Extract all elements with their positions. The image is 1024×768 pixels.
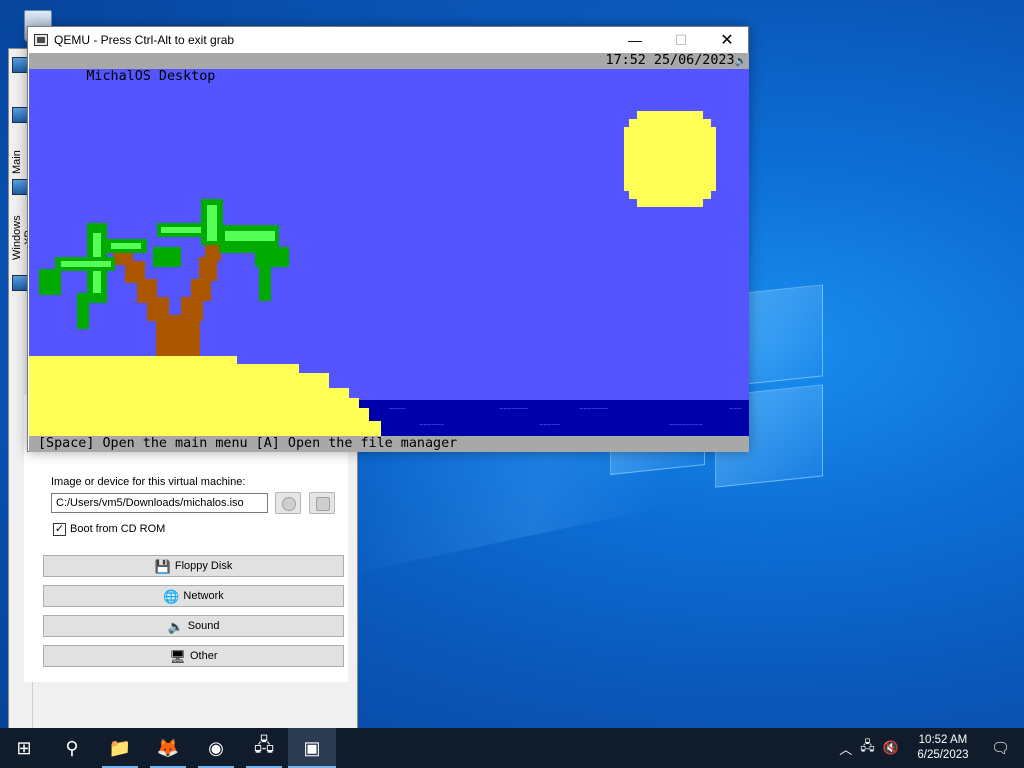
palm-frond: [153, 247, 181, 267]
button-label: Other: [190, 650, 218, 662]
taskbar: ⊞ ⚲ 📁 🦊 ◉ 🖧 ▣ ︿ 🖧 🔇 10:52 AM 6/25/2023 🗨: [0, 728, 1024, 768]
vm-icon[interactable]: [12, 179, 28, 195]
browse-image-button[interactable]: [309, 492, 335, 514]
speaker-icon[interactable]: 🔈: [735, 56, 747, 67]
taskbar-time: 10:52 AM: [918, 734, 968, 746]
speaker-icon: 🔈: [167, 618, 184, 634]
island-sand: [359, 408, 369, 436]
eject-cd-button[interactable]: [275, 492, 301, 514]
volume-muted-icon[interactable]: 🔇: [883, 740, 899, 756]
network-icon[interactable]: 🖧: [860, 737, 875, 759]
start-button-icon: ⊞: [16, 737, 32, 758]
taskbar-qemu-app[interactable]: ▣: [288, 728, 336, 768]
minimize-button[interactable]: —: [612, 27, 658, 53]
taskbar-chrome[interactable]: ◉: [192, 728, 240, 768]
chevron-up-icon[interactable]: ︿: [839, 739, 852, 758]
close-button[interactable]: ✕: [704, 27, 750, 53]
taskbar-start-button[interactable]: ⊞: [0, 728, 48, 768]
os-clock-text: 17:52 25/06/2023: [605, 53, 735, 68]
wave: ~~~~~~: [419, 421, 445, 429]
cd-icon: [282, 497, 296, 511]
palm-trunk: [156, 315, 200, 356]
taskbar-file-explorer[interactable]: 📁: [96, 728, 144, 768]
monitor-icon: 🖥: [169, 648, 186, 664]
other-button[interactable]: 🖥 Other: [43, 645, 344, 667]
taskbar-clock[interactable]: 10:52 AM 6/25/2023: [903, 733, 983, 763]
os-clock: 17:52 25/06/2023🔈: [606, 53, 747, 70]
button-label: Floppy Disk: [174, 560, 233, 572]
button-label: Network: [183, 590, 224, 602]
file-explorer-icon: 📁: [108, 737, 132, 758]
os-hint-bar: [Space] Open the main menu [A] Open the …: [29, 436, 749, 452]
globe-icon: 🌐: [163, 588, 180, 604]
taskbar-date: 6/25/2023: [917, 749, 969, 761]
vm-icon[interactable]: [12, 57, 28, 73]
island-sand: [29, 356, 237, 436]
taskbar-firefox[interactable]: 🦊: [144, 728, 192, 768]
wave: ~~~: [729, 405, 742, 413]
palm-frond-highlight: [207, 205, 217, 241]
wave: ~~~~~: [539, 421, 561, 429]
island-sand: [349, 398, 359, 436]
os-title: MichalOS Desktop: [86, 69, 216, 84]
image-path-input[interactable]: C:/Users/vm5/Downloads/michalos.iso: [51, 493, 268, 513]
search-button-icon: ⚲: [65, 737, 79, 758]
boot-cd-checkbox[interactable]: ✓: [53, 523, 66, 536]
qemu-window: QEMU - Press Ctrl-Alt to exit grab — ☐ ✕…: [27, 26, 749, 452]
palm-frond-highlight: [111, 243, 141, 249]
sound-button[interactable]: 🔈 Sound: [43, 615, 344, 637]
island-sand: [329, 388, 349, 436]
wave: ~~~~~~~~: [669, 421, 703, 429]
image-device-label: Image or device for this virtual machine…: [51, 476, 246, 488]
wave: ~~~~: [389, 405, 406, 413]
maximize-button[interactable]: ☐: [658, 27, 704, 53]
notifications-icon[interactable]: 🗨: [991, 739, 1010, 757]
qemu-app-icon: ▣: [303, 737, 321, 758]
network-app-icon: 🖧: [253, 735, 275, 755]
palm-frond: [39, 269, 61, 295]
wave: ~~~~~~~: [579, 405, 609, 413]
palm-frond-highlight: [161, 227, 205, 233]
horizon-line: [299, 398, 749, 400]
palm-frond-highlight: [225, 231, 275, 241]
palm-trunk: [191, 279, 211, 301]
qemu-window-title: QEMU - Press Ctrl-Alt to exit grab: [54, 33, 235, 47]
vm-icon[interactable]: [12, 107, 28, 123]
sun-part: [629, 119, 711, 199]
boot-cd-label: Boot from CD ROM: [70, 523, 166, 535]
taskbar-network-app[interactable]: 🖧: [240, 728, 288, 768]
island-sand: [369, 421, 381, 436]
island-sand: [237, 364, 299, 436]
wave: ~~~~~~~: [499, 405, 529, 413]
palm-frond: [77, 293, 89, 329]
palm-frond: [259, 261, 271, 301]
system-tray: ︿ 🖧 🔇 10:52 AM 6/25/2023 🗨: [835, 728, 1024, 768]
vm-icon[interactable]: [12, 275, 28, 291]
network-button[interactable]: 🌐 Network: [43, 585, 344, 607]
floppy-icon: 💾: [154, 558, 171, 574]
folder-icon: [316, 497, 330, 511]
palm-frond-highlight: [61, 261, 111, 267]
button-label: Sound: [187, 620, 220, 632]
qemu-app-icon: [34, 34, 48, 46]
firefox-icon: 🦊: [156, 737, 180, 758]
floppy-disk-button[interactable]: 💾 Floppy Disk: [43, 555, 344, 577]
vm-screen[interactable]: ~~~~ ~~~~~~~ ~~~~~~~ ~~~ ~~~~~~ ~~~~~ ~~…: [29, 53, 749, 452]
os-title-bar: MichalOS Desktop 17:52 25/06/2023🔈: [29, 53, 749, 84]
taskbar-search-button[interactable]: ⚲: [48, 728, 96, 768]
chrome-icon: ◉: [208, 737, 224, 758]
island-sand: [299, 373, 329, 436]
